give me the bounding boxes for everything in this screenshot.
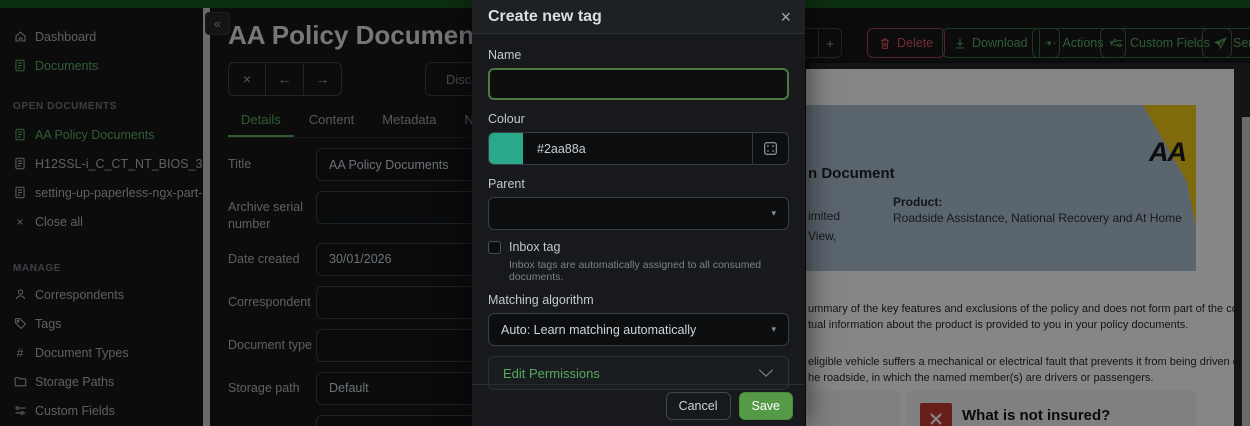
- cancel-button[interactable]: Cancel: [666, 392, 731, 420]
- create-tag-modal: Create new tag × Name Colour Parent ▾: [472, 0, 805, 426]
- parent-select[interactable]: ▾: [488, 197, 789, 230]
- inbox-tag-checkbox-row[interactable]: Inbox tag: [488, 240, 789, 254]
- colour-label: Colour: [488, 112, 789, 126]
- edit-permissions-label: Edit Permissions: [503, 366, 600, 381]
- inbox-tag-checkbox[interactable]: [488, 241, 501, 254]
- modal-header: Create new tag ×: [472, 0, 805, 34]
- save-button[interactable]: Save: [739, 392, 794, 420]
- inbox-tag-label: Inbox tag: [509, 240, 560, 254]
- close-icon: ×: [780, 7, 791, 27]
- app-root: Dashboard Documents OPEN DOCUMENTS AA Po…: [0, 0, 1250, 426]
- colour-swatch: [489, 133, 523, 164]
- modal-close-button[interactable]: ×: [780, 8, 791, 26]
- modal-body: Name Colour Parent ▾ Inbox tag Inbox: [472, 34, 805, 390]
- caret-down-icon: ▾: [771, 324, 776, 335]
- parent-label: Parent: [488, 177, 789, 191]
- random-colour-button[interactable]: [752, 133, 788, 164]
- modal-title: Create new tag: [488, 8, 602, 26]
- inbox-tag-hint: Inbox tags are automatically assigned to…: [509, 259, 789, 283]
- matching-algorithm-value: Auto: Learn matching automatically: [501, 323, 696, 337]
- colour-hex-input[interactable]: [523, 133, 752, 164]
- name-label: Name: [488, 48, 789, 62]
- colour-input-group: [488, 132, 789, 165]
- chevron-down-icon: [758, 368, 774, 378]
- caret-down-icon: ▾: [771, 208, 776, 219]
- matching-algorithm-label: Matching algorithm: [488, 293, 789, 307]
- tag-name-input[interactable]: [488, 68, 789, 100]
- matching-algorithm-select[interactable]: Auto: Learn matching automatically ▾: [488, 313, 789, 346]
- dice-icon: [763, 141, 778, 156]
- modal-footer: Cancel Save: [472, 384, 805, 426]
